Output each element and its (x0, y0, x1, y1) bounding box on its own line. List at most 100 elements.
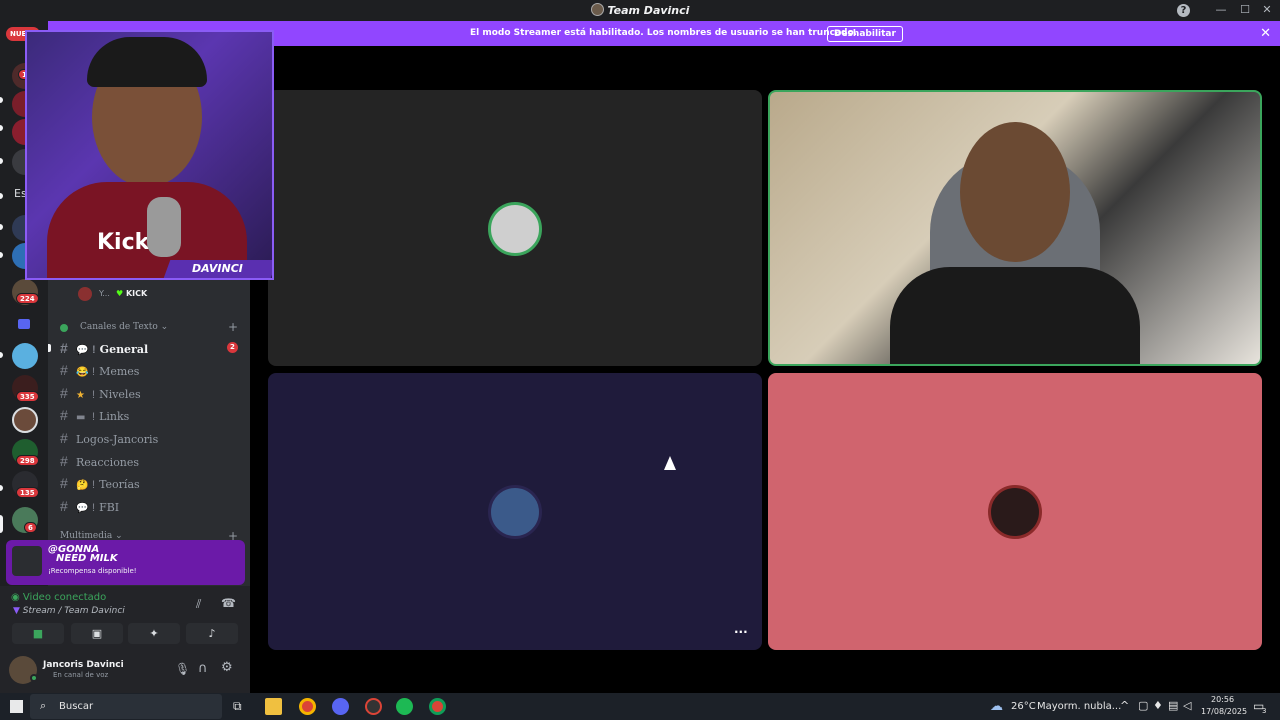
hash-icon: # (60, 385, 68, 401)
channel-name: Links (99, 410, 130, 423)
hash-icon: # (60, 340, 68, 356)
channel-links[interactable]: # ▬! Links (60, 407, 245, 425)
server-icon[interactable] (12, 407, 38, 433)
participant-tile[interactable] (768, 373, 1262, 650)
banner-close-icon[interactable]: ✕ (1260, 26, 1271, 41)
user-status: En canal de voz (53, 671, 109, 679)
discord-icon[interactable] (332, 698, 349, 715)
channel-fbi[interactable]: # 💬! FBI (60, 498, 245, 516)
noise-suppression-icon[interactable]: ⫽ (196, 597, 201, 612)
channel-emoji: 🤔 (76, 480, 89, 491)
mention-badge: 335 (16, 391, 39, 402)
link-icon: ▬ (76, 412, 86, 423)
file-explorer-icon[interactable] (265, 698, 282, 715)
folder-icon[interactable] (18, 319, 30, 329)
add-channel-icon[interactable]: + (228, 320, 238, 334)
reward-promo-card[interactable]: @GONNA NEED MILK ¡Recompensa disponible! (6, 540, 245, 585)
channel-teorias[interactable]: # 🤔! Teorías (60, 475, 245, 493)
channel-name: Niveles (99, 388, 141, 401)
hash-icon: # (60, 362, 68, 378)
unread-pill (0, 224, 3, 230)
settings-gear-icon[interactable]: ⚙ (221, 660, 233, 675)
voice-location[interactable]: ▼ Stream / Team Davinci (13, 606, 125, 616)
soundboard-icon: ♪ (208, 627, 216, 640)
mention-badge: 6 (24, 522, 37, 533)
video-toggle-button[interactable]: ■ (12, 623, 64, 644)
kick-heart-icon: ♥ (116, 289, 124, 298)
voice-status-text: Video conectado (22, 592, 107, 603)
help-icon[interactable]: ? (1177, 4, 1190, 17)
chrome-icon[interactable] (429, 698, 446, 715)
server-icon (590, 3, 604, 16)
face-shape (960, 122, 1070, 262)
activities-button[interactable]: ✦ (128, 623, 180, 644)
kick-platform-text: KICK (125, 289, 148, 298)
hash-icon: # (60, 430, 68, 446)
user-name[interactable]: Jancoris Davinci (43, 660, 124, 670)
tray-microphone-icon[interactable]: ♦ (1153, 699, 1163, 712)
channel-logos-jancoris[interactable]: # Logos-Jancoris (60, 430, 245, 448)
chrome-icon[interactable] (299, 698, 316, 715)
promo-avatar (12, 546, 42, 576)
microphone-icon[interactable]: 🎙 (175, 662, 190, 676)
channel-name: Reacciones (76, 456, 140, 469)
channel-reacciones[interactable]: # Reacciones (60, 453, 245, 471)
disconnect-icon[interactable]: ☎ (221, 596, 236, 610)
window-title: Team Davinci (0, 3, 1280, 17)
notification-count: 3 (1262, 707, 1267, 715)
disable-streamer-mode-button[interactable]: Deshabilitar (827, 26, 903, 42)
weather-temperature[interactable]: 26°C (1011, 701, 1036, 712)
spotify-icon[interactable] (396, 698, 413, 715)
microphone-shape (147, 197, 181, 257)
volume-icon[interactable]: ◁ (1183, 699, 1191, 712)
clock-date[interactable]: 17/08/2025 (1201, 707, 1247, 716)
soundboard-button[interactable]: ♪ (186, 623, 238, 644)
camera-icon: ■ (32, 627, 44, 640)
banner-message: El modo Streamer está habilitado. Los no… (470, 28, 858, 38)
tray-chevron-icon[interactable]: ^ (1120, 699, 1129, 712)
participant-video-tile[interactable] (768, 90, 1262, 366)
channel-memes[interactable]: # 😂! Memes (60, 362, 245, 380)
star-icon: ★ (76, 390, 85, 401)
brand-label: DAVINCI (192, 262, 243, 275)
channel-name: Memes (99, 365, 140, 378)
weather-description[interactable]: Mayorm. nubla... (1037, 701, 1121, 712)
weather-icon: ☁ (990, 699, 1003, 714)
channel-name: General (99, 343, 149, 356)
hash-icon: # (60, 453, 68, 469)
participant-tile[interactable] (268, 90, 762, 366)
clock-time[interactable]: 20:56 (1211, 695, 1234, 704)
hash-icon: # (60, 498, 68, 514)
app-icon[interactable] (365, 698, 382, 715)
category-text-channels[interactable]: Canales de Texto ⌄ (80, 322, 168, 332)
participant-tile[interactable]: ··· (268, 373, 762, 650)
unread-pill (0, 352, 3, 358)
channel-separator: ! (92, 479, 96, 491)
tray-app-icon[interactable]: ▢ (1138, 699, 1148, 712)
screen-share-button[interactable]: ▣ (71, 623, 123, 644)
server-icon[interactable] (12, 343, 38, 369)
mouse-cursor-icon (664, 456, 676, 470)
promo-handle-line2: NEED MILK (56, 553, 118, 564)
headphones-icon[interactable]: ∩ (198, 661, 208, 676)
windows-start-icon[interactable] (10, 700, 23, 713)
task-view-icon[interactable]: ⧉ (233, 699, 242, 714)
voice-user-avatar (78, 287, 92, 301)
channel-niveles[interactable]: # ★! Niveles (60, 385, 245, 403)
channel-separator: ! (92, 502, 96, 514)
voice-user-name[interactable]: Y... (99, 289, 110, 298)
cap-shape (87, 37, 207, 87)
unread-pill (0, 193, 3, 199)
voice-stage: ··· (250, 46, 1280, 693)
channel-general[interactable]: # 💬! General (60, 340, 245, 358)
window-titlebar: Team Davinci ? — ☐ ✕ (0, 0, 1280, 21)
network-icon[interactable]: ▤ (1168, 699, 1178, 712)
close-window-button[interactable]: ✕ (1258, 2, 1276, 18)
minimize-button[interactable]: — (1212, 2, 1230, 18)
user-panel: Jancoris Davinci En canal de voz 🎙 ∩ ⚙ (0, 652, 250, 693)
selected-pill (0, 515, 3, 533)
maximize-button[interactable]: ☐ (1236, 2, 1254, 18)
search-icon: ⌕ (40, 699, 47, 712)
taskbar-search-box[interactable]: ⌕ Buscar (30, 694, 222, 719)
more-options-icon[interactable]: ··· (734, 625, 748, 639)
